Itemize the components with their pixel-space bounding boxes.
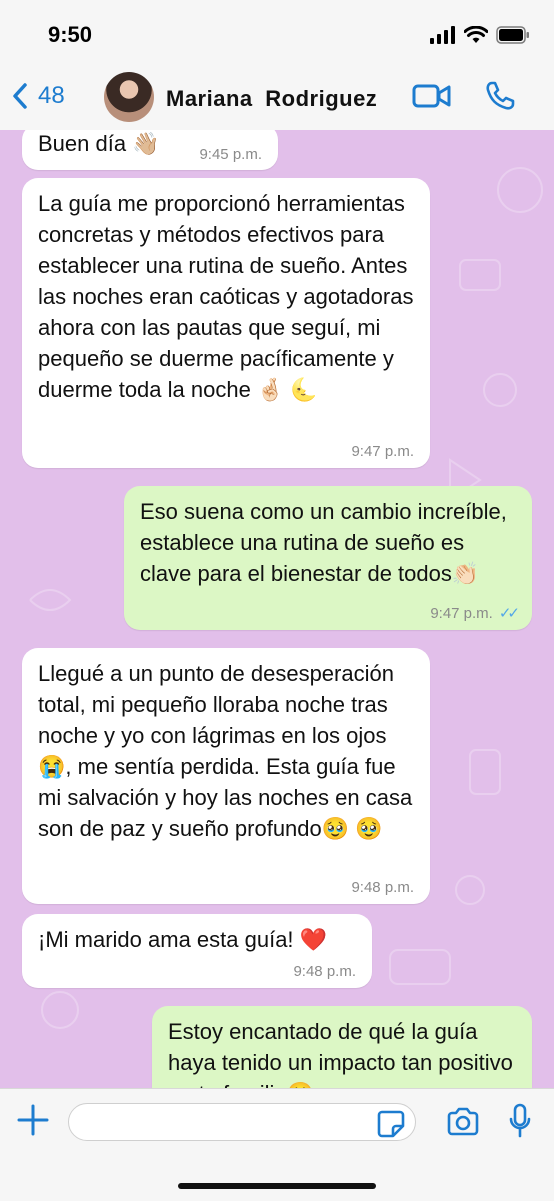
sticker-icon[interactable] (376, 1109, 406, 1139)
message-bubble[interactable]: ¡Mi marido ama esta guía! ❤️ 9:48 p.m. (22, 914, 372, 988)
message-bubble[interactable]: Estoy encantado de qué la guía haya teni… (152, 1006, 532, 1088)
home-indicator (178, 1183, 376, 1189)
status-time: 9:50 (48, 22, 93, 47)
signal-icon (430, 26, 455, 44)
message-bubble[interactable]: Eso suena como un cambio increíble, esta… (124, 486, 532, 630)
read-ticks-icon: ✓✓ (498, 605, 520, 622)
contact-name[interactable]: Mariana Rodriguez (166, 86, 377, 112)
message-text: Buen día 👋🏼 (38, 131, 160, 156)
message-text: Llegué a un punto de desesperación total… (38, 661, 413, 841)
back-chevron-icon (13, 83, 27, 109)
unread-count: 48 (38, 82, 65, 109)
avatar[interactable] (104, 72, 154, 122)
message-bubble[interactable]: Llegué a un punto de desesperación total… (22, 648, 430, 904)
camera-icon[interactable] (446, 1107, 480, 1137)
message-time: 9:47 p.m. ✓✓ (430, 605, 520, 622)
message-bubble[interactable]: La guía me proporcionó herramientas conc… (22, 178, 430, 468)
message-time: 9:45 p.m. (199, 146, 262, 163)
back-button[interactable]: 48 (12, 82, 65, 110)
message-text: La guía me proporcionó herramientas conc… (38, 191, 414, 402)
message-time-text: 9:47 p.m. (430, 605, 493, 622)
chat-area[interactable]: Buen día 👋🏼 9:45 p.m. La guía me proporc… (0, 130, 554, 1088)
wifi-icon (464, 26, 488, 43)
video-call-icon[interactable] (412, 82, 452, 110)
plus-icon[interactable] (16, 1103, 50, 1137)
status-icons (430, 26, 530, 44)
message-time: 9:48 p.m. (293, 963, 356, 980)
battery-icon (496, 26, 529, 44)
message-time: 9:47 p.m. (351, 443, 414, 460)
message-time: 9:48 p.m. (351, 879, 414, 896)
status-bar: 9:50 (0, 0, 554, 66)
message-text: Eso suena como un cambio increíble, esta… (140, 499, 507, 586)
message-text: Estoy encantado de qué la guía haya teni… (168, 1019, 513, 1088)
phone-icon[interactable] (484, 80, 516, 112)
composer-bar (0, 1088, 554, 1201)
message-text: ¡Mi marido ama esta guía! ❤️ (38, 927, 328, 952)
message-bubble[interactable]: Buen día 👋🏼 9:45 p.m. (22, 130, 278, 170)
message-input[interactable] (68, 1103, 416, 1141)
chat-header: 48 Mariana Rodriguez (0, 66, 554, 131)
microphone-icon[interactable] (508, 1103, 532, 1139)
